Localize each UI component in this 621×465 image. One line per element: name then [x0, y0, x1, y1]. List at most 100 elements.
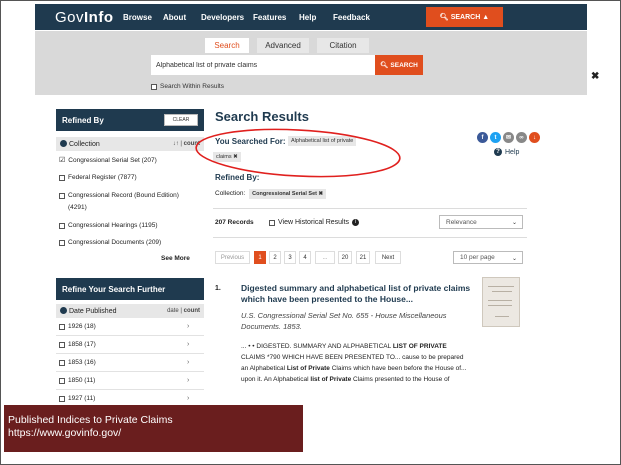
search-panel: Search Advanced Citation 🔍︎ SEARCH Searc… [35, 31, 599, 95]
link-icon[interactable]: ∞ [516, 132, 527, 143]
logo-text-gov: Gov [55, 9, 85, 26]
historical-results-label: View Historical Results [278, 219, 350, 226]
see-more-link[interactable]: See More [161, 255, 190, 262]
snippet-text: Claims presented to the House of [351, 376, 450, 383]
date-item-label: 1850 (11) [68, 377, 96, 384]
divider [56, 371, 204, 372]
chevron-right-icon[interactable]: › [187, 395, 189, 402]
facet-item-label: Congressional Serial Set (207) [68, 156, 157, 164]
document-thumbnail[interactable] [482, 277, 520, 327]
divider [56, 353, 204, 354]
facet-item-federal-register[interactable]: Federal Register (7877) [59, 174, 137, 181]
nav-help[interactable]: Help [299, 13, 316, 22]
tab-search[interactable]: Search [205, 38, 249, 53]
caption-title: Published Indices to Private Claims [8, 414, 173, 426]
tab-advanced[interactable]: Advanced [257, 38, 309, 53]
per-page-value: 10 per page [460, 254, 495, 261]
search-icon: 🔍︎ [439, 14, 449, 21]
date-item[interactable]: 1858 (17) [59, 341, 96, 348]
caption-url: https://www.govinfo.gov/ [8, 427, 122, 439]
sort-select-value: Relevance [446, 218, 477, 226]
collection-filter-label: Collection: [215, 190, 246, 197]
nav-developers[interactable]: Developers [201, 13, 244, 22]
historical-results-checkbox[interactable]: View Historical Results i [269, 219, 360, 226]
checkbox-icon [59, 395, 65, 402]
clear-button[interactable]: CLEAR [164, 114, 198, 126]
thumb-line [488, 305, 512, 306]
checkbox-icon [59, 341, 65, 348]
chevron-right-icon[interactable]: › [187, 323, 189, 330]
govinfo-logo[interactable]: GovInfo [55, 9, 114, 26]
sort-select[interactable]: Relevance ⌄ [439, 215, 523, 229]
tab-citation[interactable]: Citation [317, 38, 369, 53]
nav-search-label: SEARCH [450, 13, 481, 21]
date-item-label: 1853 (16) [68, 359, 96, 366]
date-item[interactable]: 1926 (18) [59, 323, 96, 330]
snippet-highlight: LIST OF PRIVATE [392, 343, 447, 350]
nav-features[interactable]: Features [253, 13, 286, 22]
facet-item-documents[interactable]: Congressional Documents (209) [59, 239, 161, 246]
email-icon[interactable]: ✉ [503, 132, 514, 143]
result-source: U.S. Congressional Serial Set No. 655 - … [241, 311, 447, 331]
refine-further-header: Refine Your Search Further [56, 278, 204, 300]
page-title: Search Results [215, 109, 309, 124]
per-page-select[interactable]: 10 per page ⌄ [453, 251, 523, 264]
nav-browse[interactable]: Browse [123, 13, 152, 22]
screenshot-frame: GovInfo Browse About Developers Features… [0, 0, 621, 465]
info-icon: i [352, 219, 360, 226]
facet-item-serial-set[interactable]: ☑ Congressional Serial Set (207) [59, 156, 157, 165]
search-button-label: SEARCH [390, 61, 418, 69]
pagination-previous[interactable]: Previous [215, 251, 250, 264]
snippet-highlight: list of Private [310, 376, 352, 383]
checkbox-icon [59, 359, 65, 366]
pagination-page[interactable]: 1 [254, 251, 266, 264]
chevron-right-icon[interactable]: › [187, 341, 189, 348]
pagination-page[interactable]: 3 [284, 251, 296, 264]
download-icon[interactable]: ↓ [529, 132, 540, 143]
record-count: 207 Records [215, 219, 254, 226]
help-link[interactable]: ? Help [494, 148, 519, 156]
nav-search-button[interactable]: 🔍︎ SEARCH ▲ [426, 7, 503, 27]
search-within-checkbox[interactable]: Search Within Results [151, 83, 224, 90]
collection-filter-row: Collection: Congressional Serial Set ✖ [215, 189, 327, 199]
result-title-link[interactable]: Digested summary and alphabetical list o… [241, 283, 481, 305]
date-sort[interactable]: date | count [167, 308, 200, 314]
twitter-icon[interactable]: t [490, 132, 501, 143]
annotation-ellipse [195, 128, 401, 178]
date-facet-title: Date Published [60, 307, 116, 315]
help-label: Help [505, 148, 520, 156]
date-facet-label: Date Published [69, 308, 117, 315]
pagination-page[interactable]: 21 [356, 251, 370, 264]
facebook-icon[interactable]: f [477, 132, 488, 143]
thumb-line [488, 286, 514, 287]
pagination-page[interactable]: 4 [299, 251, 311, 264]
date-facet-header[interactable]: Date Published date | count [56, 304, 204, 318]
nav-feedback[interactable]: Feedback [333, 13, 370, 22]
pagination-page[interactable]: 20 [338, 251, 352, 264]
search-button[interactable]: 🔍︎ SEARCH [375, 55, 423, 75]
nav-about[interactable]: About [163, 13, 186, 22]
close-icon[interactable]: ✖ [591, 71, 599, 82]
search-input[interactable] [151, 55, 375, 75]
chevron-right-icon[interactable]: › [187, 377, 189, 384]
refine-further-title: Refine Your Search Further [62, 284, 166, 294]
date-item[interactable]: 1927 (11) [59, 395, 95, 402]
collection-facet-title: Collection [60, 140, 100, 148]
facet-item-congressional-record[interactable]: Congressional Record (Bound Edition) [59, 192, 179, 199]
date-item[interactable]: 1850 (11) [59, 377, 95, 384]
date-item[interactable]: 1853 (16) [59, 359, 96, 366]
refined-by-title: Refined By [62, 115, 104, 125]
top-navbar: GovInfo Browse About Developers Features… [35, 4, 587, 30]
collection-chip-remove[interactable]: Congressional Serial Set ✖ [249, 189, 327, 199]
chevron-right-icon[interactable]: › [187, 359, 189, 366]
checkbox-icon [151, 83, 157, 90]
minus-circle-icon [60, 140, 67, 147]
collection-facet-header[interactable]: Collection ↓↑ | count [56, 137, 204, 151]
pagination-page[interactable]: 2 [269, 251, 281, 264]
pagination-next[interactable]: Next [375, 251, 401, 264]
snippet-highlight: List of Private [286, 365, 330, 372]
facet-item-label: Congressional Hearings (1195) [68, 222, 158, 229]
checkbox-icon [59, 192, 65, 199]
facet-item-hearings[interactable]: Congressional Hearings (1195) [59, 222, 157, 229]
facet-item-count: (4291) [68, 204, 87, 211]
